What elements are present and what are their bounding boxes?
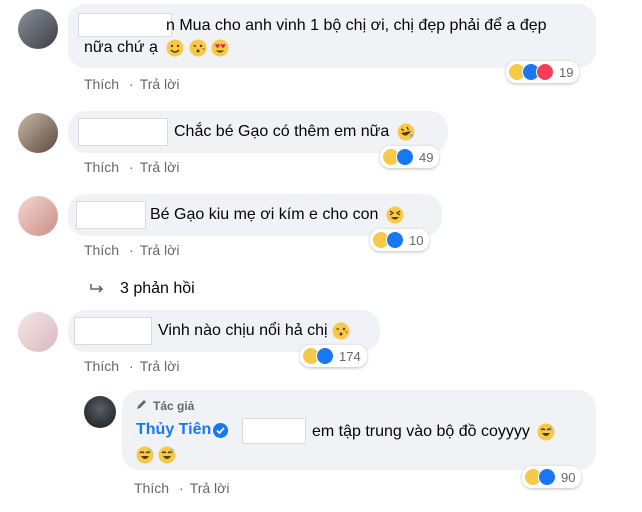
redacted-name (74, 317, 152, 345)
comment-text: Chắc bé Gạo có thêm em nữa (174, 121, 415, 143)
author-name[interactable]: Thủy Tiên (136, 421, 211, 439)
comment-actions: Thích · Trả lời (84, 76, 180, 92)
comment-actions: Thích · Trả lời (134, 480, 230, 496)
comment-text-line: Chắc bé Gạo có thêm em nữa (174, 123, 390, 140)
author-avatar[interactable] (84, 396, 116, 428)
redacted-name (78, 13, 172, 37)
comment-text: n Mua cho anh vinh 1 bộ chị ơi, chị đẹp … (166, 17, 547, 34)
like-reaction-icon (396, 148, 414, 166)
reaction-count: 49 (419, 149, 434, 165)
comment-actions: Thích · Trả lời (84, 159, 180, 175)
sweat-smile-emoji-icon (537, 423, 555, 441)
reply-link[interactable]: Trả lời (190, 480, 230, 496)
sweat-smile-emoji-icon (158, 446, 176, 464)
kiss-emoji-icon (189, 39, 207, 57)
rofl-emoji-icon (397, 123, 415, 141)
avatar[interactable] (18, 312, 58, 352)
like-link[interactable]: Thích (84, 358, 119, 374)
author-badge: Tác giả (136, 397, 194, 415)
smile-emoji-icon (166, 39, 184, 57)
redacted-name (78, 118, 168, 146)
comment-actions: Thích · Trả lời (84, 358, 180, 374)
reaction-count: 10 (409, 232, 424, 248)
avatar[interactable] (18, 113, 58, 153)
like-link[interactable]: Thích (84, 159, 119, 175)
pencil-icon (136, 397, 147, 415)
author-badge-label: Tác giả (153, 399, 195, 413)
reply-link[interactable]: Trả lời (140, 242, 180, 258)
reaction-summary[interactable]: 90 (522, 466, 582, 488)
reply-link[interactable]: Trả lời (140, 76, 180, 92)
comment-text: Vinh nào chịu nổi hả chị (158, 320, 350, 342)
comment-text: Bé Gạo kiu mẹ ơi kím e cho con (150, 204, 404, 226)
comment-text-line: em tập trung vào bộ đồ coyyyy (312, 423, 530, 440)
heart-eyes-emoji-icon (211, 39, 229, 57)
redacted-name (76, 201, 146, 229)
kiss-emoji-icon (332, 322, 350, 340)
reaction-summary[interactable]: 174 (300, 345, 367, 367)
avatar[interactable] (18, 9, 58, 49)
avatar[interactable] (18, 196, 58, 236)
author-comment-text: em tập trung vào bộ đồ coyyyy (312, 421, 555, 443)
author-emoji-row (136, 446, 176, 464)
author-name-row: Thủy Tiên (136, 421, 229, 439)
reply-link[interactable]: Trả lời (140, 159, 180, 175)
comment-text-line: Vinh nào chịu nổi hả chị (158, 322, 328, 339)
replies-count: 3 phản hồi (120, 280, 195, 297)
like-reaction-icon (386, 231, 404, 249)
comment-text-line: Bé Gạo kiu mẹ ơi kím e cho con (150, 206, 379, 223)
comment-text-line: nữa chứ ạ (84, 39, 158, 56)
reaction-summary[interactable]: 19 (506, 61, 580, 83)
view-replies-link[interactable]: 3 phản hồi (90, 280, 195, 298)
love-reaction-icon (536, 63, 554, 81)
verified-badge-icon (213, 422, 229, 438)
like-reaction-icon (538, 468, 556, 486)
like-link[interactable]: Thích (84, 242, 119, 258)
like-link[interactable]: Thích (134, 480, 169, 496)
reply-link[interactable]: Trả lời (140, 358, 180, 374)
sweat-smile-emoji-icon (136, 446, 154, 464)
like-link[interactable]: Thích (84, 76, 119, 92)
reply-arrow-icon (90, 280, 104, 298)
reaction-count: 90 (561, 469, 576, 485)
like-reaction-icon (316, 347, 334, 365)
reaction-count: 19 (559, 64, 574, 80)
comment-text: nữa chứ ạ (84, 37, 229, 59)
reaction-summary[interactable]: 10 (370, 229, 430, 251)
redacted-name (242, 418, 306, 444)
reaction-summary[interactable]: 49 (380, 146, 440, 168)
squint-laugh-emoji-icon (386, 206, 404, 224)
reaction-count: 174 (339, 348, 361, 364)
comment-actions: Thích · Trả lời (84, 242, 180, 258)
